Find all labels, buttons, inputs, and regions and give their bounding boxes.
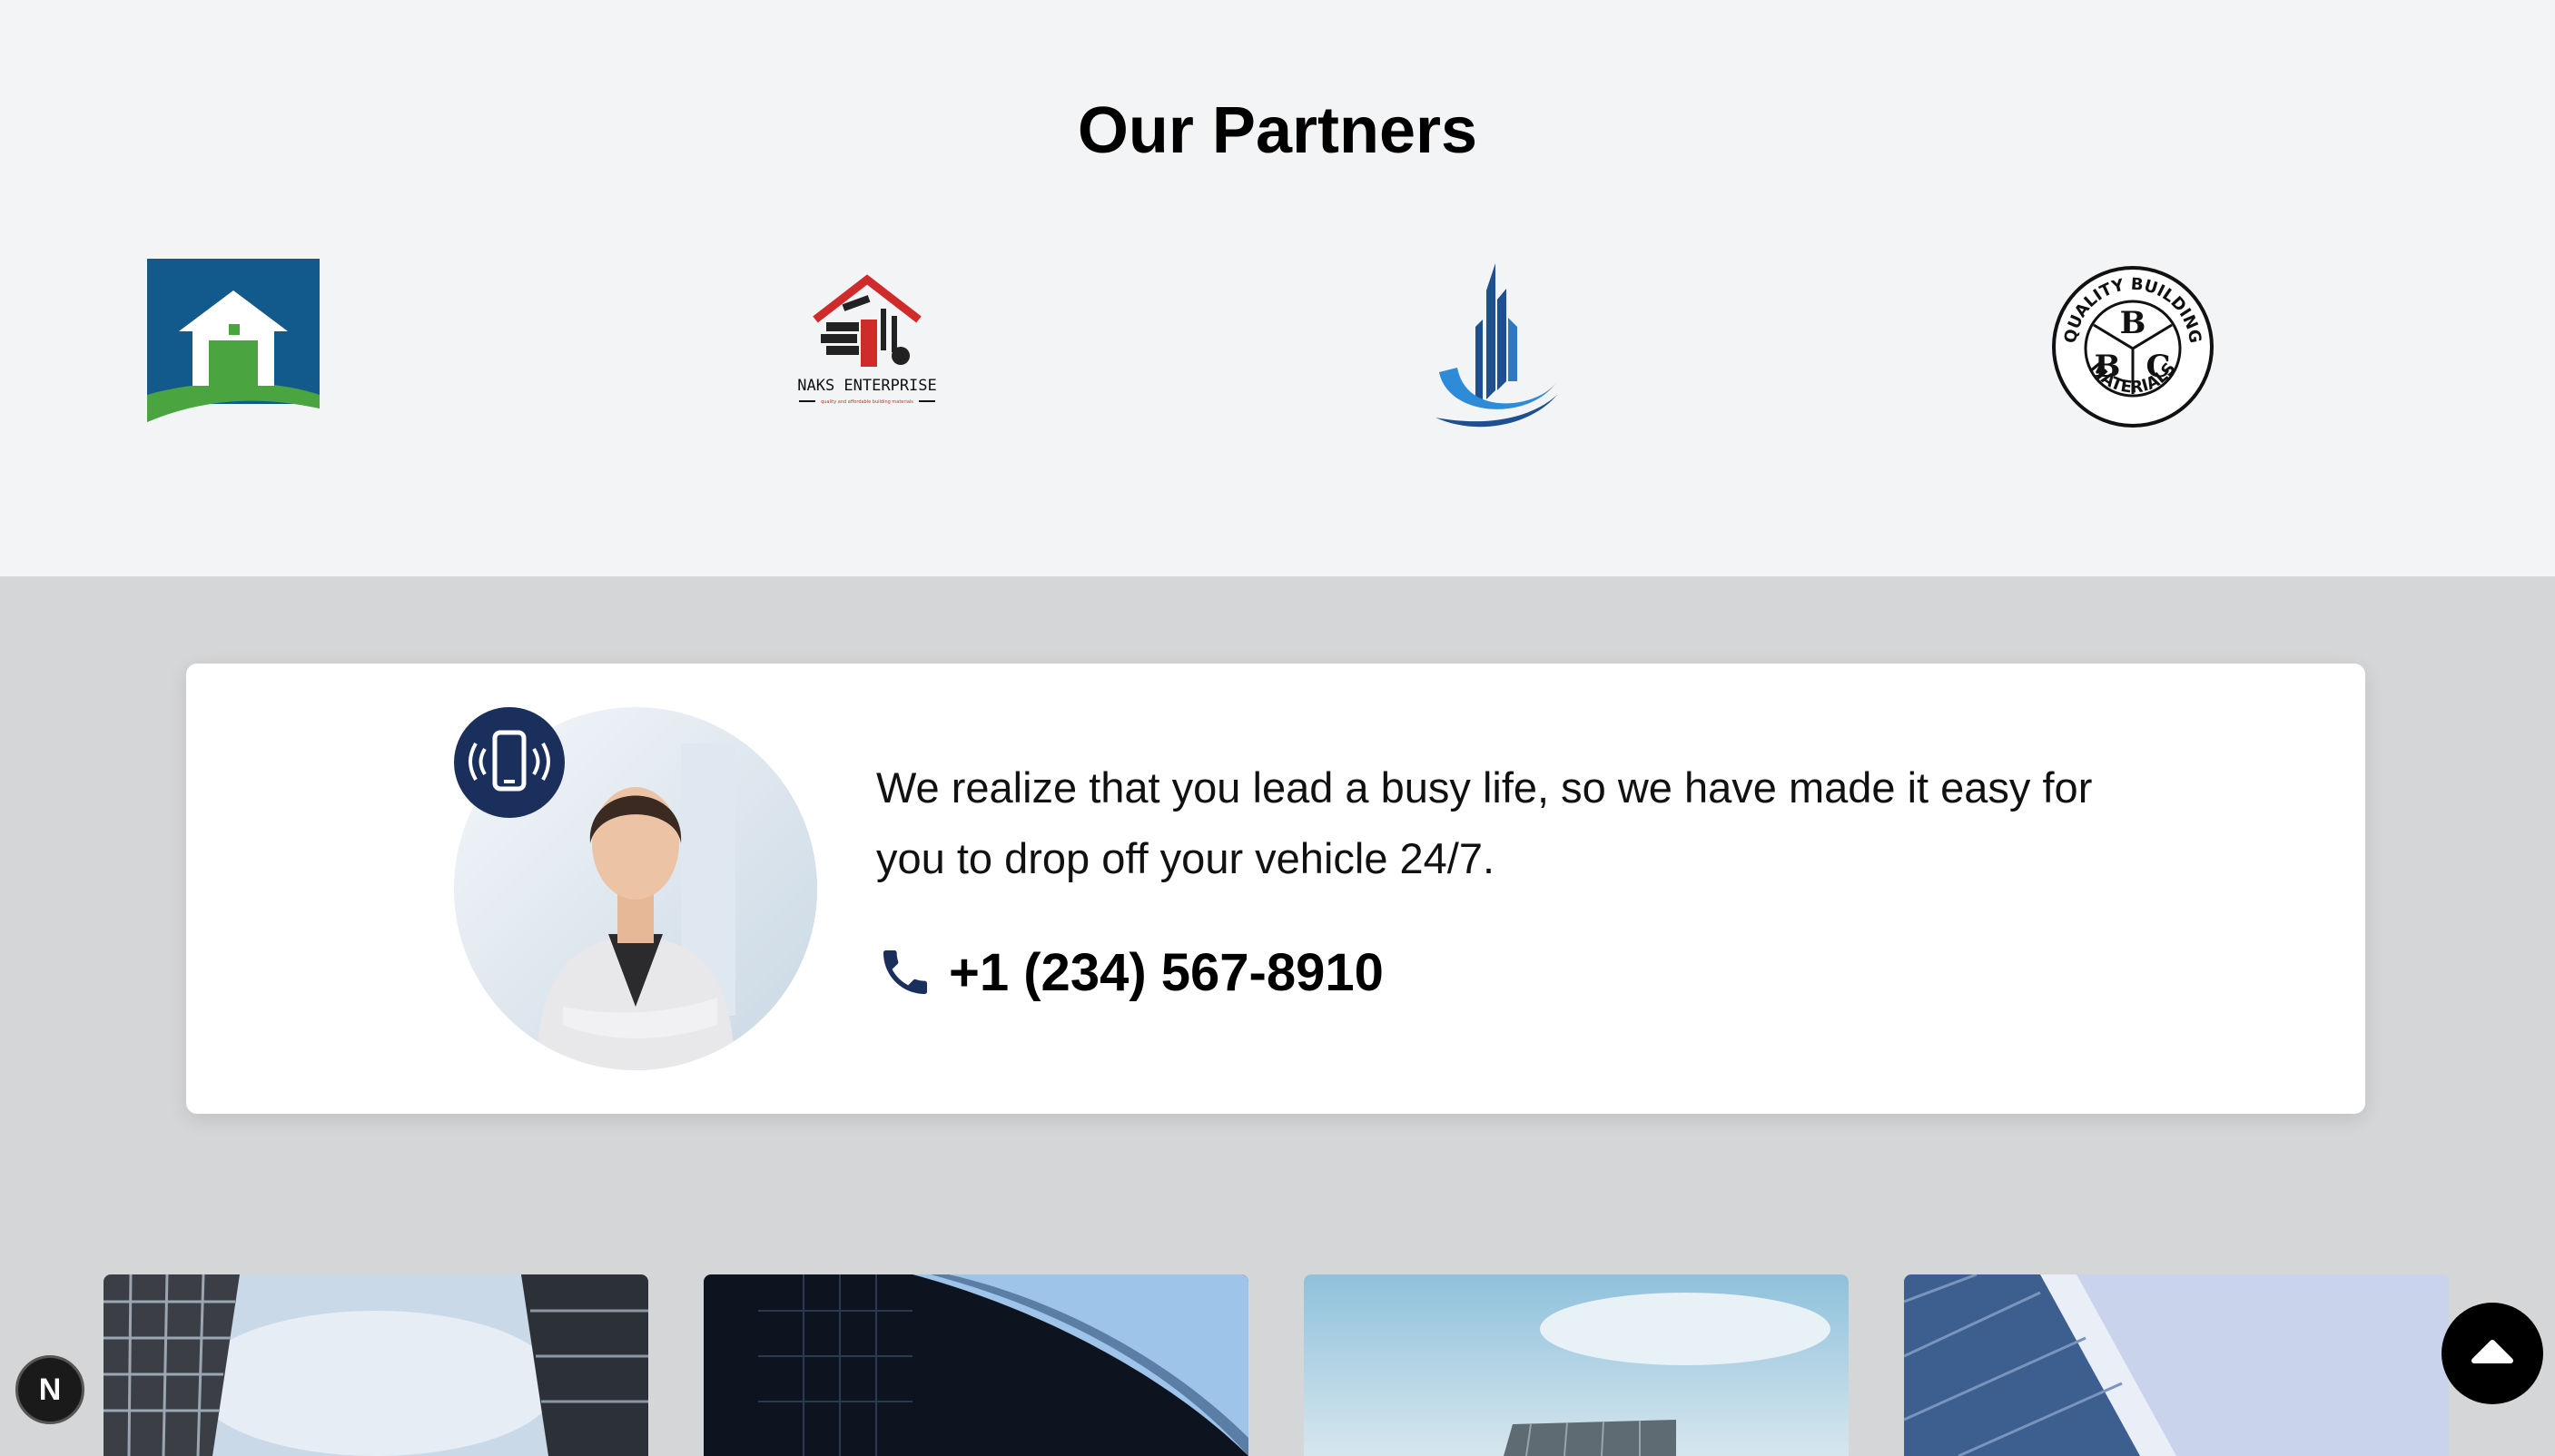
dev-tools-badge[interactable]: N bbox=[15, 1355, 84, 1424]
building-photo-1[interactable] bbox=[104, 1274, 648, 1456]
naks-logo-text: NAKS ENTERPRISE bbox=[797, 377, 937, 395]
phone-link[interactable]: +1 (234) 567-8910 bbox=[876, 936, 1384, 1008]
seal-letter-top: B bbox=[2120, 305, 2146, 341]
quality-building-materials-logo[interactable]: QUALITY BUILDING MATERIALS B B C bbox=[2048, 265, 2217, 428]
seal-letter-right: C bbox=[2146, 349, 2170, 385]
building-photo-2[interactable] bbox=[704, 1274, 1248, 1456]
naks-logo-tagline: quality and affordable building material… bbox=[821, 399, 913, 405]
scroll-to-top-button[interactable] bbox=[2442, 1303, 2543, 1404]
contact-card: We realize that you lead a busy life, so… bbox=[186, 664, 2365, 1114]
building-photo-4[interactable] bbox=[1904, 1274, 2449, 1456]
contact-message: We realize that you lead a busy life, so… bbox=[876, 763, 2093, 882]
phone-icon bbox=[883, 950, 927, 994]
naks-enterprise-logo[interactable]: NAKS ENTERPRISE quality and affordable b… bbox=[790, 272, 944, 408]
seal-letter-left: B bbox=[2095, 349, 2121, 385]
arrow-up-icon bbox=[2471, 1340, 2513, 1363]
partners-section: Our Partners NAKS ENTERPRISE quality and… bbox=[0, 0, 2555, 576]
phone-vibrate-icon bbox=[454, 707, 565, 818]
partners-title: Our Partners bbox=[1077, 94, 1478, 167]
tower-swoosh-logo[interactable] bbox=[1430, 263, 1566, 431]
phone-number[interactable]: +1 (234) 567-8910 bbox=[949, 942, 1384, 1003]
house-logo[interactable] bbox=[147, 259, 320, 422]
building-photo-3[interactable] bbox=[1304, 1274, 1849, 1456]
